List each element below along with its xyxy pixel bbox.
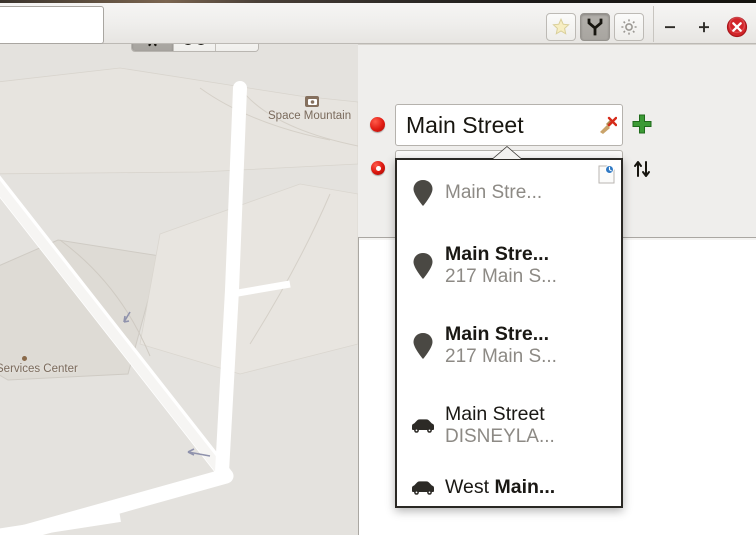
car-icon bbox=[401, 418, 445, 434]
map-label-services-center: Services Center bbox=[0, 363, 78, 375]
suggestion-text: West Main... bbox=[445, 477, 615, 499]
swap-arrows-icon bbox=[634, 161, 650, 177]
map-pin-icon bbox=[401, 179, 445, 207]
suggestion-text: Main Stre... 217 Main S... bbox=[445, 244, 615, 287]
suggestion-list: Main Stre... Main Stre... 217 Main S... bbox=[397, 160, 621, 506]
start-address-input[interactable]: Main Street bbox=[395, 104, 623, 146]
application-window: Space Mountain Services Center Main Stre… bbox=[0, 0, 756, 535]
route-fork-icon bbox=[587, 18, 603, 36]
map-pin-icon bbox=[401, 252, 445, 280]
suggestion-title-highlight: Main... bbox=[494, 477, 556, 499]
routing-button[interactable] bbox=[580, 13, 610, 41]
star-icon bbox=[552, 18, 570, 35]
attraction-camera-icon bbox=[305, 96, 319, 107]
plus-icon bbox=[632, 114, 652, 134]
list-item[interactable]: West Main... bbox=[397, 465, 621, 506]
swap-endpoints-button[interactable] bbox=[630, 157, 654, 181]
minimize-button[interactable] bbox=[657, 14, 683, 40]
suggestion-title: Main Street bbox=[445, 403, 545, 425]
list-item[interactable]: Main Stre... bbox=[397, 160, 621, 226]
suggestion-subtitle: 217 Main S... bbox=[445, 346, 557, 368]
suggestion-subtitle: 217 Main S... bbox=[445, 266, 557, 288]
suggestion-title: Main Stre... bbox=[445, 244, 550, 266]
recent-history-icon bbox=[598, 165, 615, 184]
search-input[interactable] bbox=[0, 6, 104, 44]
car-icon bbox=[401, 480, 445, 496]
titlebar-separator bbox=[653, 6, 654, 42]
close-icon bbox=[726, 16, 748, 38]
suggestion-title: West Main... bbox=[445, 477, 615, 499]
maximize-plus-icon bbox=[699, 22, 709, 33]
gear-icon bbox=[621, 19, 637, 35]
address-suggestions-dropdown[interactable]: Main Stre... Main Stre... 217 Main S... bbox=[395, 158, 623, 508]
minimize-icon bbox=[665, 26, 675, 29]
suggestion-title-prefix: West bbox=[445, 477, 495, 499]
close-button[interactable] bbox=[724, 14, 750, 40]
map-label-space-mountain: Space Mountain bbox=[268, 110, 352, 122]
list-item[interactable]: Main Street DISNEYLA... bbox=[397, 386, 621, 465]
map-canvas[interactable]: Space Mountain Services Center bbox=[0, 44, 358, 535]
panel-divider bbox=[358, 44, 756, 45]
list-item[interactable]: Main Stre... 217 Main S... bbox=[397, 226, 621, 306]
suggestion-title: Main Stre... bbox=[445, 324, 550, 346]
add-waypoint-button[interactable] bbox=[630, 112, 654, 136]
map-pin-icon bbox=[401, 332, 445, 360]
settings-button[interactable] bbox=[614, 13, 644, 41]
poi-dot-icon bbox=[22, 356, 27, 361]
titlebar-accent-strip bbox=[0, 0, 756, 3]
broom-clear-icon[interactable] bbox=[592, 115, 622, 135]
suggestion-text: Main Stre... bbox=[445, 182, 615, 203]
destination-marker-icon bbox=[371, 161, 385, 175]
dropdown-caret bbox=[493, 147, 521, 159]
start-marker-icon bbox=[370, 117, 385, 132]
suggestion-text: Main Street DISNEYLA... bbox=[445, 404, 615, 447]
bookmarks-button[interactable] bbox=[546, 13, 576, 41]
suggestion-text: Main Stre... 217 Main S... bbox=[445, 324, 615, 367]
list-item[interactable]: Main Stre... 217 Main S... bbox=[397, 306, 621, 386]
suggestion-subtitle: DISNEYLA... bbox=[445, 425, 555, 447]
maximize-button[interactable] bbox=[691, 14, 717, 40]
start-address-value: Main Street bbox=[406, 111, 524, 138]
window-titlebar bbox=[0, 0, 756, 44]
suggestion-subtitle: Main Stre... bbox=[445, 182, 543, 204]
